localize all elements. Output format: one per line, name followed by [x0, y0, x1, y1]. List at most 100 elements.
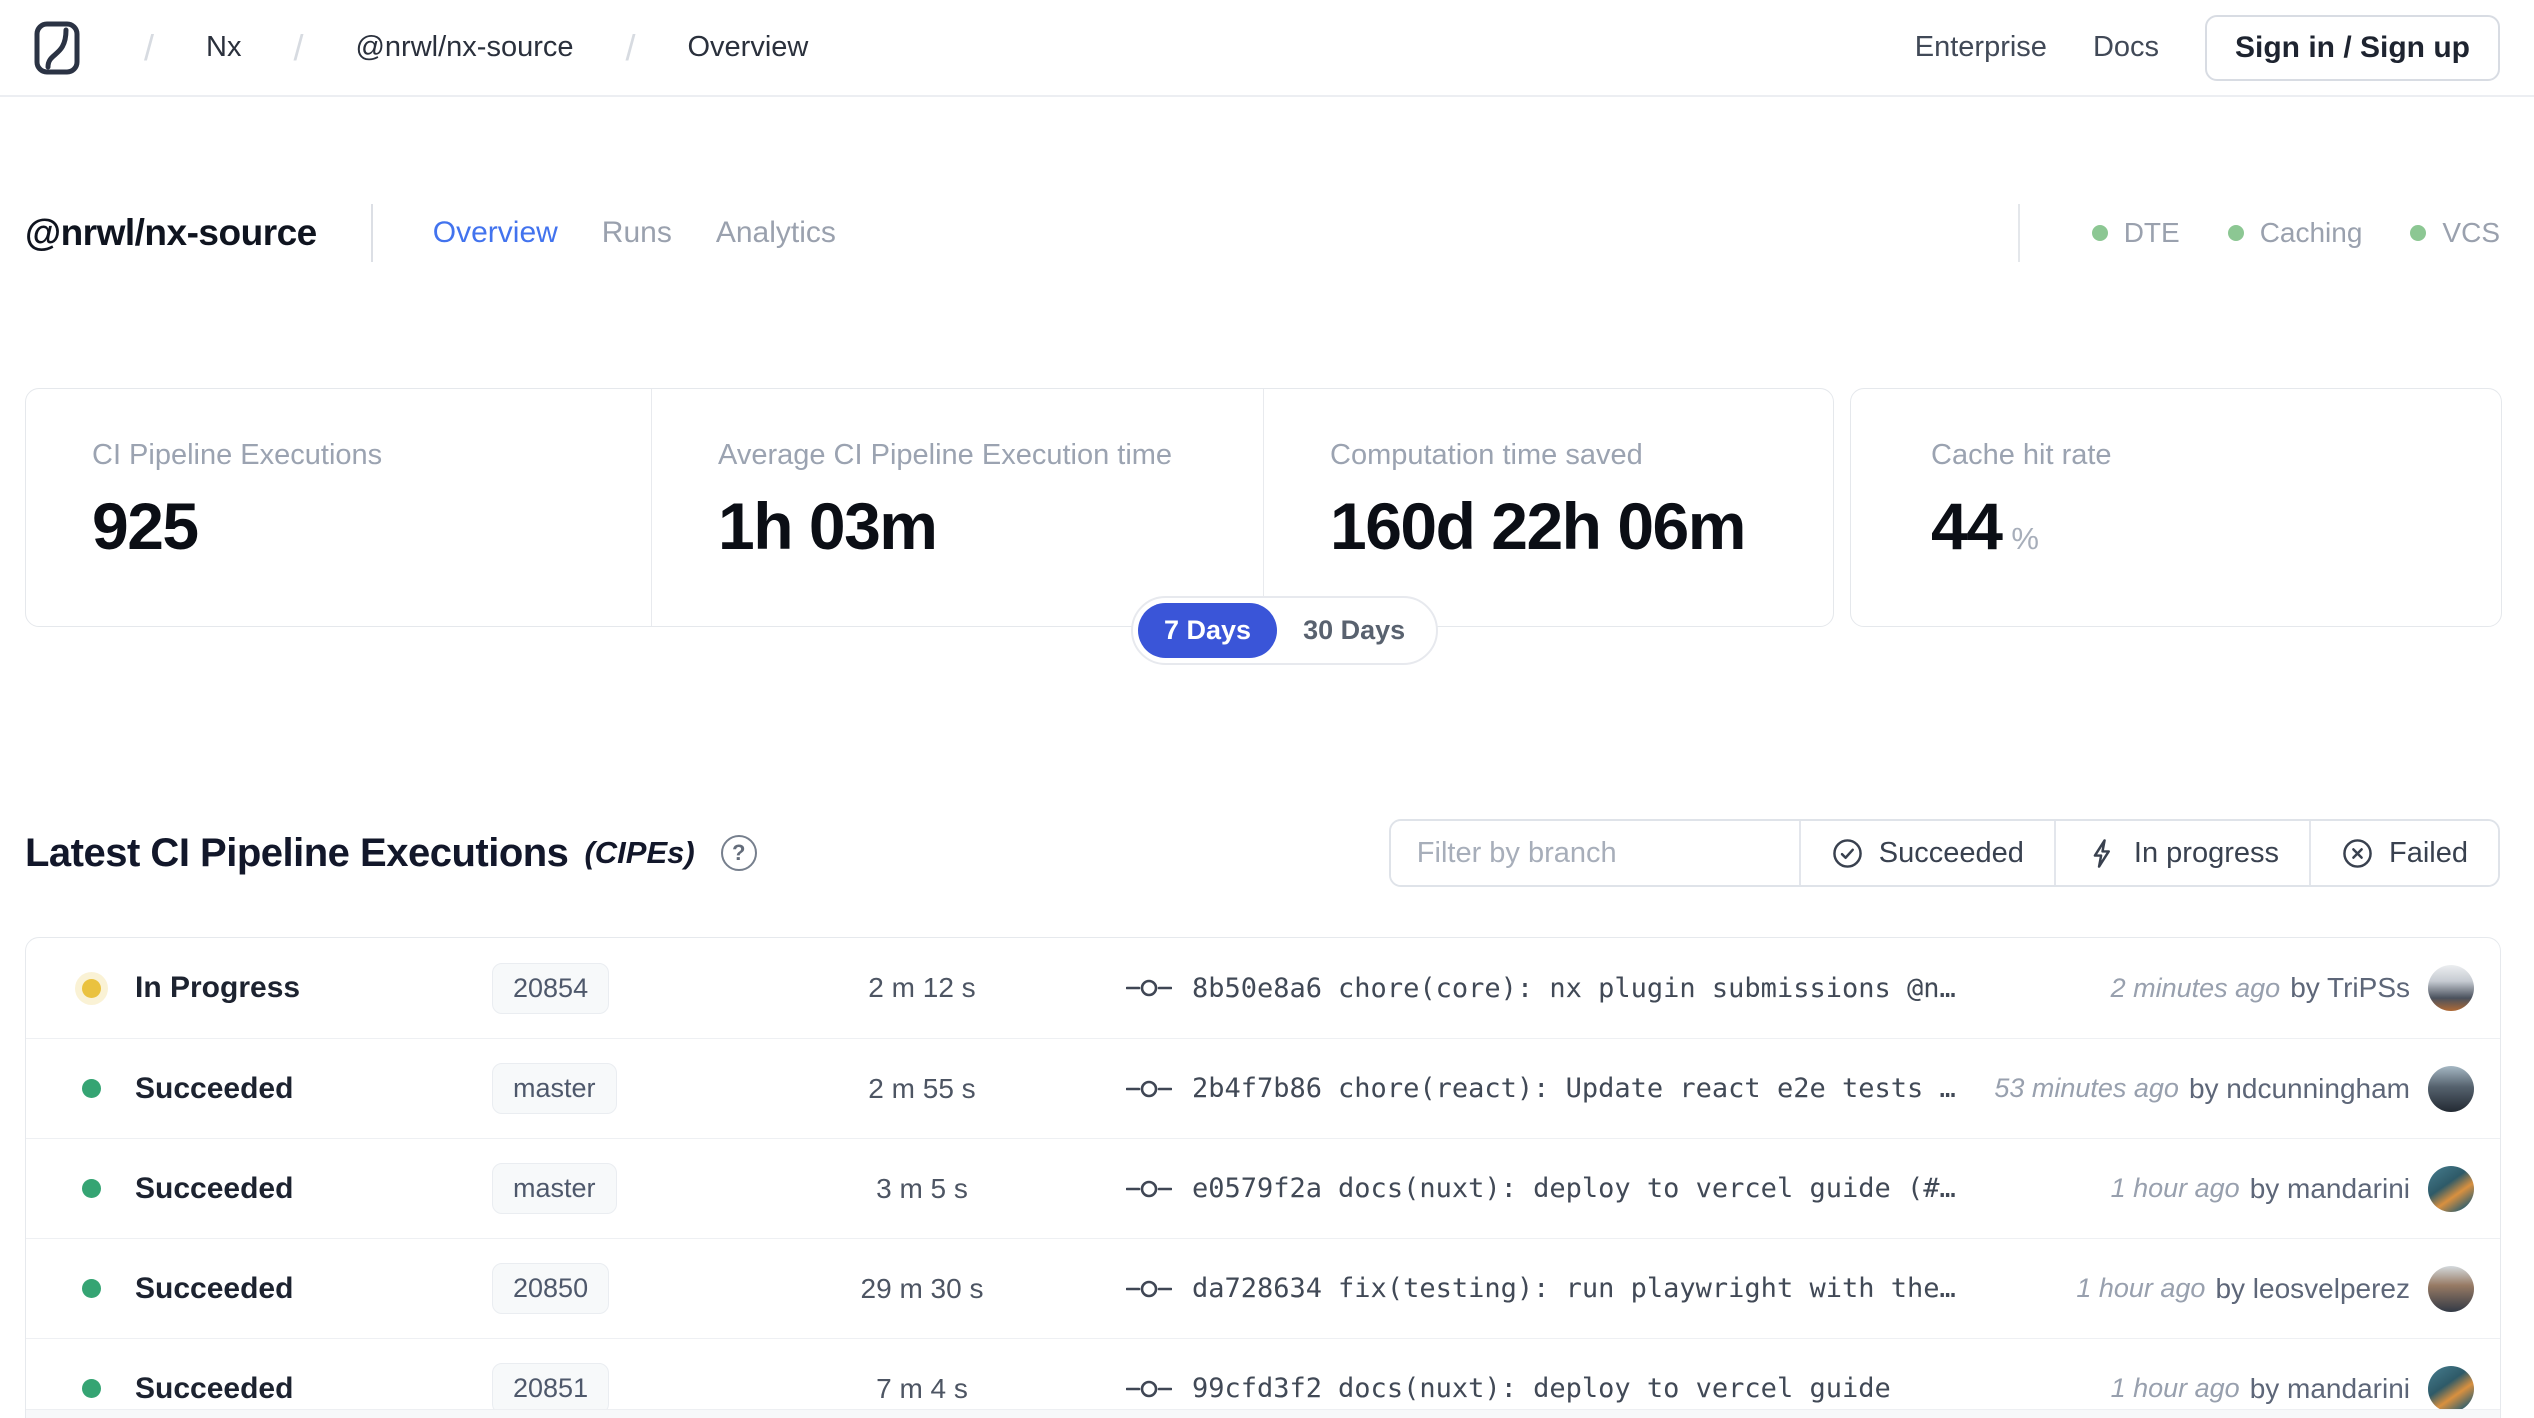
x-circle-icon [2341, 837, 2374, 870]
page-title: @nrwl/nx-source [25, 212, 317, 254]
branch-filter-input[interactable] [1391, 821, 1799, 885]
range-option-7-days[interactable]: 7 Days [1138, 603, 1277, 658]
status-label: Succeeded [135, 1272, 293, 1306]
meta-cell: 1 hour ago by leosvelperez [2076, 1266, 2474, 1312]
nav-link-enterprise[interactable]: Enterprise [1915, 31, 2047, 64]
divider [371, 204, 373, 262]
meta-cell: 1 hour ago by mandarini [2111, 1166, 2474, 1212]
cipe-row[interactable]: Succeeded master 2 m 55 s 2b4f7b86chore(… [26, 1038, 2500, 1138]
avatar [2428, 1366, 2474, 1412]
commit-hash: da728634 [1192, 1273, 1322, 1304]
author: by ndcunningham [2189, 1073, 2410, 1105]
git-commit-icon [1126, 1078, 1172, 1100]
status-dot-icon [82, 979, 101, 998]
duration-cell: 3 m 5 s [742, 1173, 1102, 1205]
commit-cell: 8b50e8a6 chore(core): nx plugin submissio… [1126, 973, 2111, 1004]
meta-cell: 53 minutes ago by ndcunningham [1994, 1066, 2474, 1112]
branch-badge: 20851 [492, 1363, 609, 1414]
git-commit-icon [1126, 1378, 1172, 1400]
status-label: Succeeded [135, 1172, 293, 1206]
cipe-row[interactable]: Succeeded 20850 29 m 30 s da728634fix(te… [26, 1238, 2500, 1338]
divider [2018, 204, 2020, 262]
commit-hash: 8b50e8a6 [1192, 973, 1322, 1004]
status-dot-icon [82, 1379, 101, 1398]
stat-cache-hit-rate: Cache hit rate 44% [1851, 389, 2501, 626]
time-ago: 53 minutes ago [1994, 1073, 2179, 1104]
feature-status-group: DTE Caching VCS [2018, 204, 2500, 262]
breadcrumb-separator: / [144, 27, 154, 69]
check-circle-icon [1831, 837, 1864, 870]
cipe-table: In Progress 20854 2 m 12 s 8b50e8a6 chore… [25, 937, 2501, 1418]
breadcrumb-item-workspace[interactable]: @nrwl/nx-source [355, 31, 573, 64]
project-tabs: Overview Runs Analytics [433, 216, 836, 250]
commit-hash: 2b4f7b86 [1192, 1073, 1322, 1104]
avatar [2428, 1166, 2474, 1212]
branch-badge: master [492, 1163, 617, 1214]
commit-message: chore(core): nx plugin submissions @n… [1338, 973, 1956, 1004]
status-cell: In Progress [82, 971, 492, 1005]
status-cell: Succeeded [82, 1072, 492, 1106]
meta-cell: 1 hour ago by mandarini [2111, 1366, 2474, 1412]
tab-runs[interactable]: Runs [602, 216, 672, 250]
section-subtitle: (CIPEs) [584, 835, 694, 871]
green-dot-icon [2092, 225, 2108, 241]
status-dot-icon [82, 1079, 101, 1098]
author: by leosvelperez [2215, 1273, 2410, 1305]
cipe-row[interactable]: In Progress 20854 2 m 12 s 8b50e8a6 chore… [26, 938, 2500, 1038]
time-ago: 1 hour ago [2111, 1173, 2240, 1204]
commit-text: 8b50e8a6 chore(core): nx plugin submissio… [1192, 973, 1956, 1004]
time-ago: 2 minutes ago [2111, 973, 2281, 1004]
nx-cloud-logo-icon[interactable] [34, 21, 80, 75]
git-commit-icon [1126, 1178, 1172, 1200]
commit-text: 99cfd3f2docs(nuxt): deploy to vercel gui… [1192, 1373, 1891, 1404]
status-cell: Succeeded [82, 1372, 492, 1406]
tab-overview[interactable]: Overview [433, 216, 558, 250]
lightning-bolt-icon [2086, 837, 2119, 870]
duration-cell: 29 m 30 s [742, 1273, 1102, 1305]
commit-hash: 99cfd3f2 [1192, 1373, 1322, 1404]
stat-computation-time-saved: Computation time saved 160d 22h 06m [1263, 389, 1833, 626]
nav-actions: Enterprise Docs Sign in / Sign up [1915, 15, 2500, 81]
filter-failed-button[interactable]: Failed [2309, 821, 2498, 885]
git-commit-icon [1126, 1278, 1172, 1300]
duration-cell: 2 m 12 s [742, 972, 1102, 1004]
commit-message: chore(react): Update react e2e tests … [1338, 1073, 1956, 1104]
branch-cell: 20851 [492, 1363, 742, 1414]
commit-cell: da728634 fix(testing): run playwright wit… [1126, 1273, 2076, 1304]
avatar [2428, 1066, 2474, 1112]
git-commit-icon [1126, 977, 1172, 999]
breadcrumb: / Nx / @nrwl/nx-source / Overview [144, 27, 808, 69]
breadcrumb-item-overview[interactable]: Overview [688, 31, 809, 64]
commit-text: da728634 fix(testing): run playwright wit… [1192, 1273, 1956, 1304]
commit-message: docs(nuxt): deploy to vercel guide (#… [1338, 1173, 1956, 1204]
cipe-section-header: Latest CI Pipeline Executions (CIPEs) ? … [25, 818, 2500, 888]
nav-link-docs[interactable]: Docs [2093, 31, 2159, 64]
status-label: Succeeded [135, 1372, 293, 1406]
feature-dte: DTE [2092, 217, 2180, 249]
cipe-row[interactable]: Succeeded master 3 m 5 s e0579f2adocs(nu… [26, 1138, 2500, 1238]
stats-card-group: CI Pipeline Executions 925 Average CI Pi… [25, 388, 1834, 627]
section-title: Latest CI Pipeline Executions [25, 831, 568, 876]
range-option-30-days[interactable]: 30 Days [1277, 603, 1431, 658]
author: by mandarini [2250, 1173, 2410, 1205]
table-cut-strip [26, 1409, 2500, 1418]
filter-in-progress-button[interactable]: In progress [2054, 821, 2309, 885]
branch-badge: master [492, 1063, 617, 1114]
status-cell: Succeeded [82, 1172, 492, 1206]
commit-cell: 99cfd3f2docs(nuxt): deploy to vercel gui… [1126, 1373, 2111, 1404]
tab-analytics[interactable]: Analytics [716, 216, 836, 250]
branch-cell: master [492, 1063, 742, 1114]
commit-message: fix(testing): run playwright with the… [1338, 1273, 1956, 1304]
help-icon[interactable]: ? [721, 835, 757, 871]
stat-cache-hit-rate-card: Cache hit rate 44% [1850, 388, 2502, 627]
sign-in-button[interactable]: Sign in / Sign up [2205, 15, 2500, 81]
filter-succeeded-button[interactable]: Succeeded [1799, 821, 2054, 885]
cipe-row[interactable]: Succeeded 20851 7 m 4 s 99cfd3f2docs(nux… [26, 1338, 2500, 1418]
branch-cell: 20854 [492, 963, 742, 1014]
status-label: In Progress [135, 971, 300, 1005]
nx-cloud-dashboard: / Nx / @nrwl/nx-source / Overview Enterp… [0, 0, 2534, 1418]
meta-cell: 2 minutes ago by TriPSs [2111, 965, 2474, 1011]
breadcrumb-item-nx[interactable]: Nx [206, 31, 241, 64]
green-dot-icon [2228, 225, 2244, 241]
percent-unit: % [2011, 521, 2039, 556]
